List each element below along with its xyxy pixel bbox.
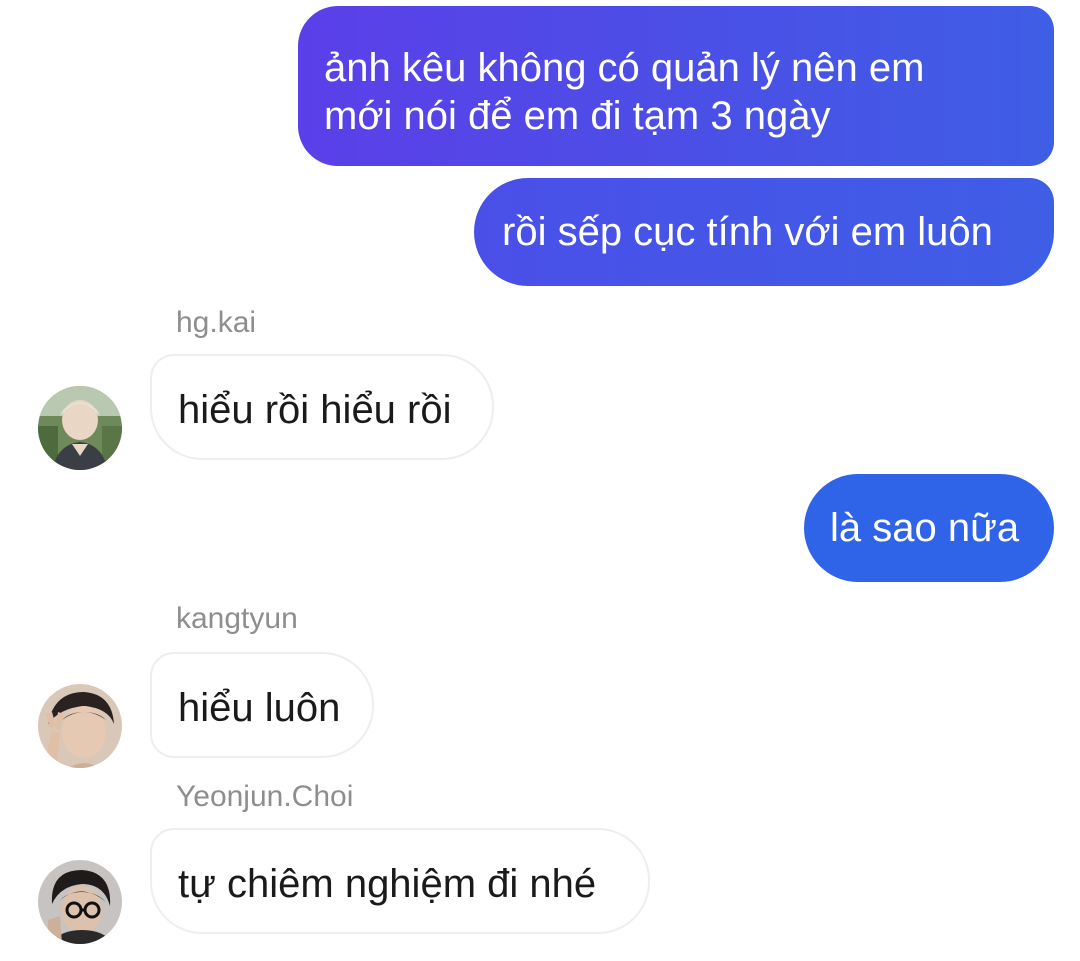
message-text: rồi sếp cục tính với em luôn (502, 210, 993, 254)
chat-thread: ảnh kêu không có quản lý nên em mới nói … (0, 0, 1080, 961)
sender-name: Yeonjun.Choi (176, 780, 354, 813)
sender-name: kangtyun (176, 602, 298, 635)
incoming-message[interactable]: tự chiêm nghiệm đi nhé (150, 828, 650, 934)
message-text: hiểu luôn (178, 686, 341, 730)
avatar-image (38, 684, 122, 768)
sender-name: hg.kai (176, 306, 257, 339)
message-text: là sao nữa (830, 506, 1020, 550)
incoming-message[interactable]: hiểu rồi hiểu rồi (150, 354, 494, 460)
avatar-yeonjun-choi[interactable] (38, 860, 122, 944)
outgoing-message[interactable]: là sao nữa (804, 474, 1054, 582)
outgoing-message[interactable]: rồi sếp cục tính với em luôn (474, 178, 1054, 286)
avatar-kangtyun[interactable] (38, 684, 122, 768)
outgoing-message[interactable]: ảnh kêu không có quản lý nên em mới nói … (298, 6, 1054, 166)
avatar-hg-kai[interactable] (38, 386, 122, 470)
message-text-line: ảnh kêu không có quản lý nên em (324, 46, 925, 90)
message-text-line: mới nói để em đi tạm 3 ngày (324, 94, 831, 138)
avatar-image (38, 860, 122, 944)
message-text: hiểu rồi hiểu rồi (178, 388, 452, 432)
message-text: tự chiêm nghiệm đi nhé (178, 862, 597, 906)
incoming-message[interactable]: hiểu luôn (150, 652, 374, 758)
avatar-image (38, 386, 122, 470)
